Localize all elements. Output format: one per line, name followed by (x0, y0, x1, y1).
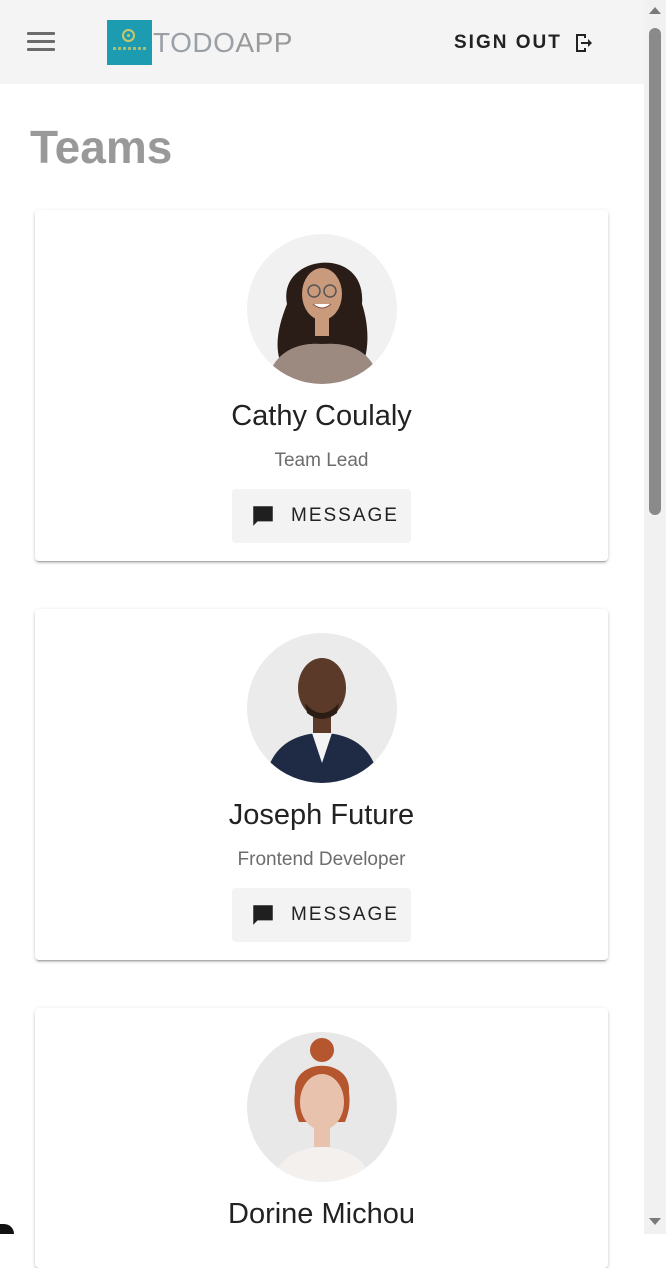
sign-out-button[interactable]: SIGN OUT (454, 28, 596, 58)
brand-todo-text: TODO (153, 26, 236, 58)
page-title: Teams (30, 121, 173, 173)
hamburger-menu-icon[interactable] (24, 28, 58, 56)
team-member-card: Dorine Michou (35, 1008, 608, 1268)
window-corner (0, 1224, 14, 1234)
brand-logo-link[interactable]: TODOAPP (107, 20, 293, 65)
message-button-label: MESSAGE (291, 505, 399, 526)
avatar (247, 234, 397, 384)
logout-icon (575, 34, 592, 52)
scrollbar-thumb[interactable] (649, 28, 661, 515)
chat-bubble-icon (253, 905, 273, 925)
message-button[interactable]: MESSAGE (232, 489, 411, 543)
brand-name: TODOAPP (153, 27, 293, 59)
member-name: Cathy Coulaly (231, 400, 412, 432)
member-name: Joseph Future (228, 799, 415, 831)
logo-icon (107, 20, 152, 65)
member-role: Team Lead (274, 450, 369, 471)
message-button-label: MESSAGE (291, 904, 399, 925)
app-bar: TODOAPP SIGN OUT (0, 0, 644, 84)
sign-out-label: SIGN OUT (454, 32, 562, 53)
team-member-card: Joseph Future Frontend Developer MESSAGE (35, 609, 608, 960)
vertical-scrollbar[interactable] (644, 0, 666, 1234)
message-button[interactable]: MESSAGE (232, 888, 411, 942)
member-role: Frontend Developer (237, 849, 406, 870)
brand-app-text: APP (235, 26, 293, 58)
avatar (247, 633, 397, 783)
scroll-down-arrow-icon[interactable] (649, 1218, 661, 1225)
team-member-card: Cathy Coulaly Team Lead MESSAGE (35, 210, 608, 561)
avatar (247, 1032, 397, 1182)
member-name: Dorine Michou (228, 1198, 415, 1230)
scroll-up-arrow-icon[interactable] (649, 7, 661, 14)
chat-bubble-icon (253, 506, 273, 526)
